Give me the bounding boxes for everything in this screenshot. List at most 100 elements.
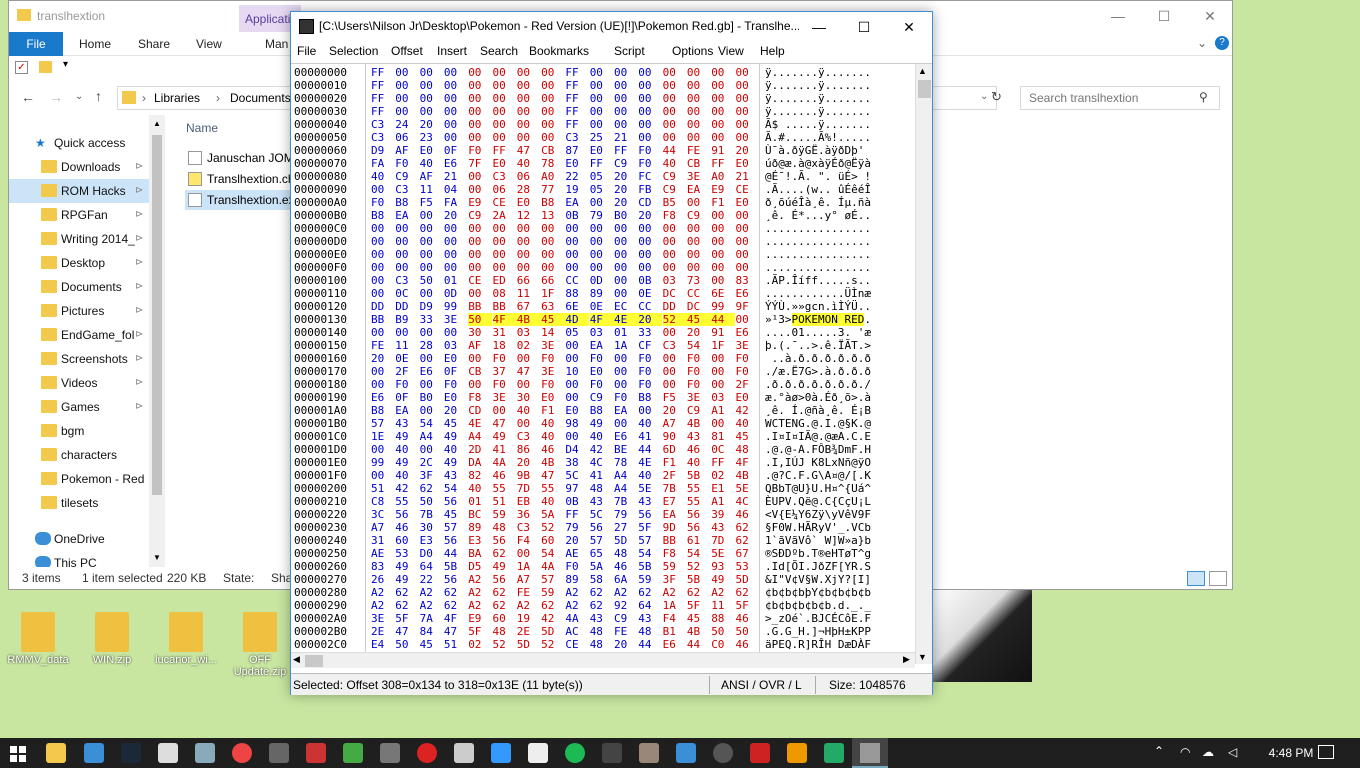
start-button[interactable] (10, 746, 26, 762)
hex-byte[interactable]: 00 (371, 248, 391, 261)
notepad-icon[interactable] (158, 743, 178, 763)
hex-row[interactable]: 00000110 00 0C 00 0D 00 08 11 1F 88 89 00 0E DC CC 6E E6… (291, 287, 913, 300)
pin-icon[interactable]: ⊳ (135, 323, 143, 347)
tab-manage[interactable]: Man (265, 32, 288, 56)
hex-byte[interactable]: 48 (614, 547, 634, 560)
hex-row[interactable]: 00000280 A2 62 A2 62 A2 62 FE 59 A2 62 A2 62 A2 62 A2 62… (291, 586, 913, 599)
hex-byte[interactable]: 88 (711, 612, 731, 625)
hex-byte[interactable]: C9 (687, 404, 707, 417)
hex-byte[interactable]: 48 (493, 625, 513, 638)
hex-byte[interactable]: 00 (663, 365, 683, 378)
hex-byte[interactable]: 00 (493, 105, 513, 118)
hex-byte[interactable]: 03 (444, 339, 464, 352)
hex-byte[interactable]: 49 (395, 560, 415, 573)
hex-byte[interactable]: 00 (468, 352, 488, 365)
sidebar-item[interactable]: ★ Quick access (9, 131, 149, 155)
hex-row[interactable]: 000001C0 1E 49 A4 49 A4 49 C3 40 00 40 E6 41 90 43 81 45… (291, 430, 913, 443)
hex-byte[interactable]: 00 (687, 248, 707, 261)
hex-byte[interactable]: 00 (663, 118, 683, 131)
hex-byte[interactable]: 3E (541, 365, 561, 378)
hex-byte[interactable]: 00 (687, 92, 707, 105)
app-taskbar-icon[interactable] (306, 743, 326, 763)
pin-icon[interactable]: ⊳ (135, 347, 143, 371)
hex-byte[interactable]: EA (565, 196, 585, 209)
app-taskbar-icon[interactable] (343, 743, 363, 763)
hex-byte[interactable]: 44 (638, 443, 658, 456)
sidebar-item[interactable]: Desktop ⊳ (9, 251, 149, 275)
hex-byte[interactable]: 57 (541, 573, 561, 586)
hex-byte[interactable]: DD (395, 300, 415, 313)
hex-byte[interactable]: 00 (614, 79, 634, 92)
hex-byte[interactable]: 41 (590, 469, 610, 482)
hex-byte[interactable]: 00 (638, 79, 658, 92)
hex-byte[interactable]: BB (663, 534, 683, 547)
hex-byte[interactable]: 52 (662, 313, 687, 326)
hex-byte[interactable]: 2D (468, 443, 488, 456)
hex-byte[interactable]: 00 (444, 105, 464, 118)
hex-byte[interactable]: 49 (711, 573, 731, 586)
hex-byte[interactable]: 56 (444, 534, 464, 547)
hex-row[interactable]: 00000050 C3 06 23 00 00 00 00 00 C3 25 21 00 00 00 00 00… (291, 131, 913, 144)
hex-byte[interactable]: E3 (420, 534, 440, 547)
hex-byte[interactable]: A2 (565, 586, 585, 599)
hex-byte[interactable]: F0 (687, 378, 707, 391)
hex-byte[interactable]: 3F (420, 469, 440, 482)
hex-byte[interactable]: 42 (395, 482, 415, 495)
sidebar-item[interactable]: tilesets (9, 491, 149, 515)
hex-byte[interactable]: 44 (687, 638, 707, 651)
ascii-text[interactable]: ÈUPV.Që@.C{CçU¡L (765, 495, 871, 508)
hex-byte[interactable]: 53 (736, 560, 756, 573)
hex-byte[interactable]: C0 (711, 638, 731, 651)
hex-byte[interactable]: 62 (395, 586, 415, 599)
hex-byte[interactable]: FF (590, 157, 610, 170)
hex-byte[interactable]: D4 (565, 443, 585, 456)
hex-row[interactable]: 00000240 31 60 E3 56 E3 56 F4 60 20 57 5D 57 BB 61 7D 62… (291, 534, 913, 547)
menu-item[interactable]: File (297, 44, 316, 58)
app-taskbar-icon[interactable] (639, 743, 659, 763)
hex-byte[interactable]: 0C (395, 287, 415, 300)
hex-byte[interactable]: 40 (687, 456, 707, 469)
hex-byte[interactable]: 00 (711, 417, 731, 430)
ascii-text[interactable]: ¸ê. É*...y° øÉ.. (765, 209, 871, 222)
hex-byte[interactable]: 3E (371, 612, 391, 625)
hex-byte[interactable]: E0 (736, 391, 756, 404)
hex-byte[interactable]: F1 (711, 196, 731, 209)
hex-byte[interactable]: 00 (736, 131, 756, 144)
hex-byte[interactable]: 78 (614, 456, 634, 469)
hex-byte[interactable]: 00 (395, 326, 415, 339)
hex-byte[interactable]: A4 (420, 430, 440, 443)
hex-byte[interactable]: 3F (663, 573, 683, 586)
menu-item[interactable]: Bookmarks (529, 44, 589, 58)
hex-byte[interactable]: 40 (663, 157, 683, 170)
hex-byte[interactable]: 5F (736, 599, 756, 612)
hex-byte[interactable]: 00 (614, 378, 634, 391)
hex-byte[interactable]: 56 (687, 508, 707, 521)
hex-byte[interactable]: 00 (711, 352, 731, 365)
hex-byte[interactable]: 1E (371, 430, 391, 443)
hex-byte[interactable]: 01 (614, 326, 634, 339)
hex-byte[interactable]: 59 (663, 560, 683, 573)
hex-byte[interactable]: 79 (614, 508, 634, 521)
hex-row[interactable]: 000000C0 00 00 00 00 00 00 00 00 00 00 00 00 00 00 00 00… (291, 222, 913, 235)
hex-byte[interactable]: 00 (565, 235, 585, 248)
hex-byte[interactable]: 00 (444, 118, 464, 131)
hex-byte[interactable]: 40 (590, 430, 610, 443)
hex-byte[interactable]: 00 (638, 105, 658, 118)
hex-byte[interactable]: 00 (687, 118, 707, 131)
hex-byte[interactable]: 08 (493, 287, 513, 300)
hex-byte[interactable]: CC (638, 300, 658, 313)
hex-byte[interactable]: C9 (663, 183, 683, 196)
hex-byte[interactable]: 13 (541, 209, 561, 222)
hex-byte[interactable]: 0F (444, 365, 464, 378)
hex-byte[interactable]: 00 (493, 248, 513, 261)
menu-item[interactable]: Options (672, 44, 713, 58)
sidebar-item[interactable]: Screenshots ⊳ (9, 347, 149, 371)
hex-byte[interactable]: 5D (736, 573, 756, 586)
hex-byte[interactable]: 00 (444, 131, 464, 144)
hex-byte[interactable]: EA (663, 508, 683, 521)
hex-byte[interactable]: B0 (614, 209, 634, 222)
hex-byte[interactable]: 01 (468, 495, 488, 508)
hex-byte[interactable]: 4C (590, 456, 610, 469)
pin-icon[interactable]: ⊳ (135, 371, 143, 395)
hex-byte[interactable]: 00 (711, 66, 731, 79)
